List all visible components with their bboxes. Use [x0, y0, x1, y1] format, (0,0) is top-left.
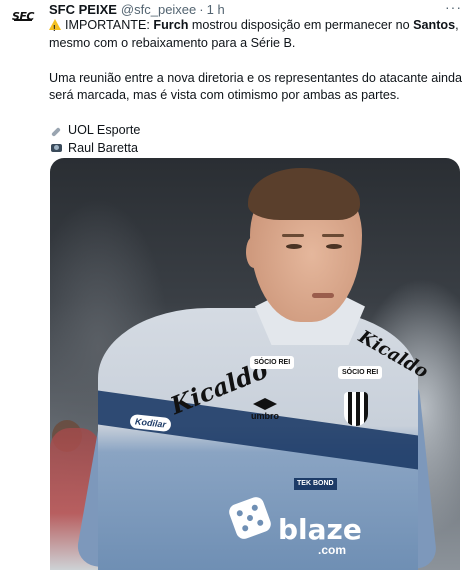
umbro-text: umbro [251, 411, 279, 421]
paperclip-icon [49, 122, 63, 140]
umbro-logo: umbro [248, 398, 282, 421]
tweet-line-1-mid: mostrou disposição em permanecer no [191, 18, 410, 32]
santos-crest-icon [344, 392, 368, 426]
tweet-line-1: IMPORTANTE: Furch mostrou disposição em … [49, 17, 469, 38]
separator: · [199, 1, 204, 17]
more-options-icon[interactable]: ··· [445, 0, 462, 14]
tweet-photo[interactable]: Kicaldo Kicaldo SÓCIO REI SÓCIO REI umbr… [50, 158, 460, 570]
tweet-line-1-end: , [455, 18, 459, 32]
photographer-name: Raul Baretta [68, 140, 139, 155]
source-credit: UOL Esporte [49, 122, 469, 140]
avatar-text: SFC [11, 9, 35, 23]
player-name: Furch [153, 18, 189, 32]
important-label: IMPORTANTE: [65, 18, 150, 32]
source-name: UOL Esporte [68, 123, 141, 137]
tweet-line-2: mesmo com o rebaixamento para a Série B. [49, 35, 296, 50]
tweet-text: IMPORTANTE: Furch mostrou disposição em … [49, 17, 469, 157]
tweet-card: SFC SFC PEIXE @sfc_peixee · 1 h ··· IMPO… [0, 0, 474, 570]
tweet-para2-line-2: será marcada, mas é vista com otimismo p… [49, 88, 400, 102]
left-eye [286, 244, 302, 249]
left-brow [282, 234, 304, 237]
avatar[interactable]: SFC [8, 4, 38, 28]
socio-rei-badge-2: SÓCIO REI [338, 366, 383, 379]
author-name[interactable]: SFC PEIXE [49, 2, 117, 17]
timestamp[interactable]: 1 h [207, 2, 225, 17]
author-handle[interactable]: @sfc_peixee [121, 2, 196, 17]
tweet-para2-line-1: Uma reunião entre a nova diretoria e os … [49, 70, 463, 85]
player-mouth [312, 293, 334, 298]
blaze-sponsor: blaze [278, 513, 362, 546]
blaze-sponsor-suffix: .com [318, 543, 347, 557]
tweet-header: SFC PEIXE @sfc_peixee · 1 h [49, 0, 464, 18]
player-hair [248, 168, 360, 220]
umbro-diamond-icon [253, 398, 277, 410]
right-brow [322, 234, 344, 237]
right-eye [326, 244, 342, 249]
club-name: Santos [413, 18, 456, 32]
socio-rei-badge-1: SÓCIO REI [250, 356, 295, 369]
avatar-underline [14, 19, 32, 21]
camera-icon [49, 140, 63, 158]
tekbond-sponsor: TEK BOND [294, 478, 337, 490]
warning-icon [49, 19, 61, 38]
photo-credit: Raul Baretta [49, 140, 469, 158]
